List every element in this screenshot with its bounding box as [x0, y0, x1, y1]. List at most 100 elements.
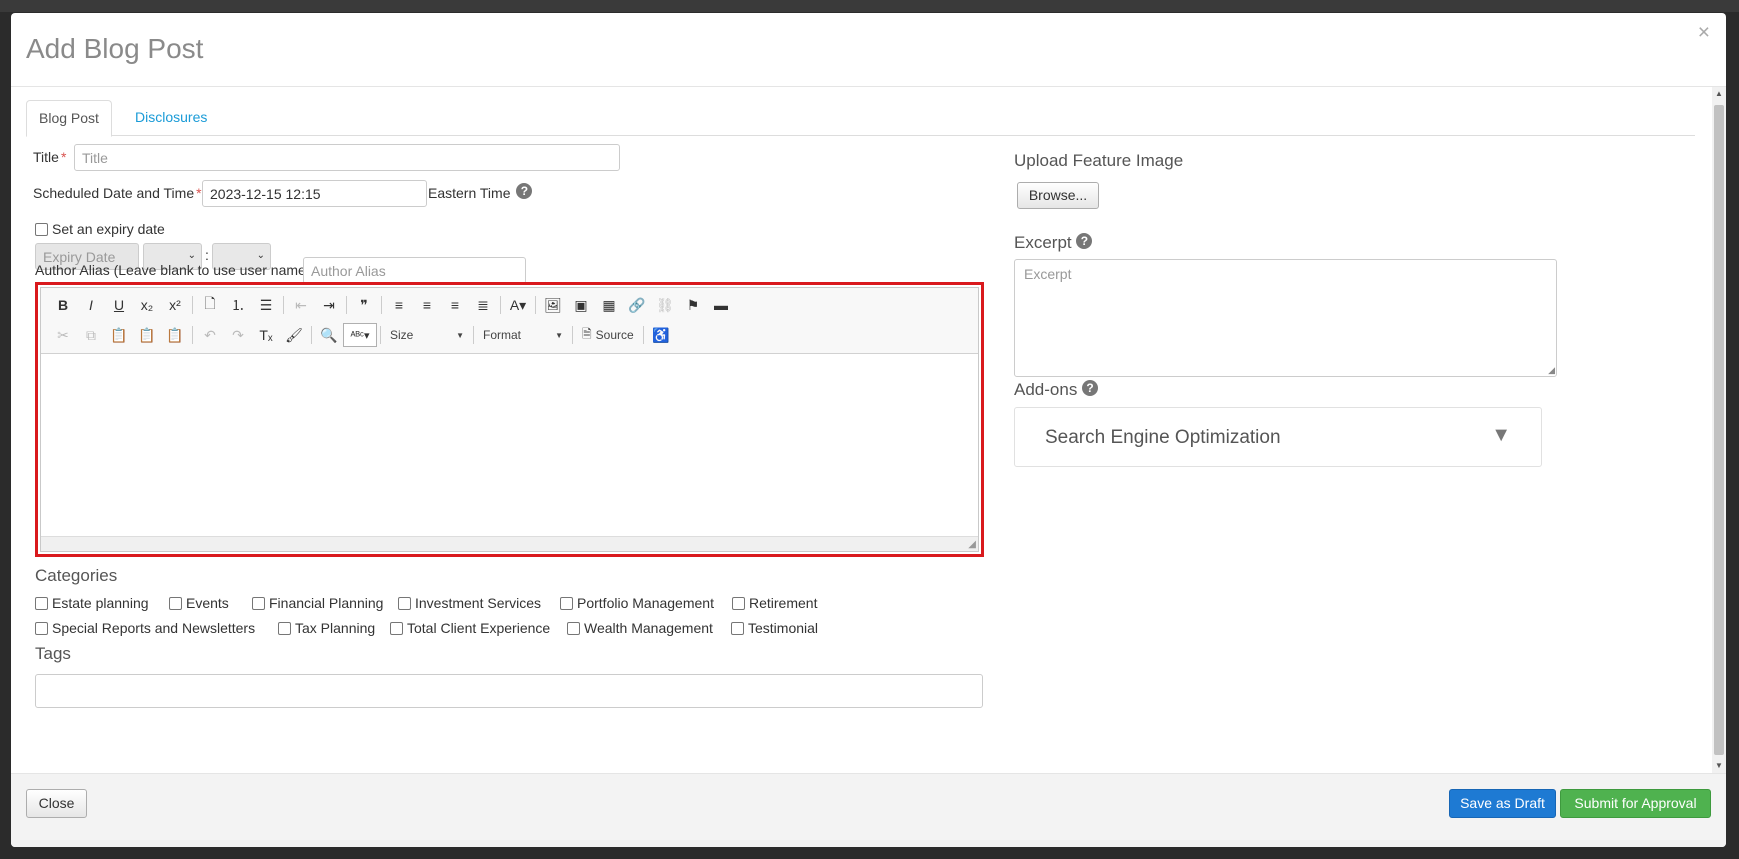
source-button[interactable]: 🗎 Source: [576, 324, 640, 346]
toolbar-separator: [346, 296, 347, 314]
accessibility-icon[interactable]: ♿: [647, 323, 675, 347]
source-label: Source: [595, 328, 634, 342]
unlink-button[interactable]: ⛓: [651, 293, 679, 317]
modal-scrollbar[interactable]: ▲ ▼: [1712, 87, 1726, 773]
excerpt-placeholder: Excerpt: [1024, 266, 1072, 282]
expiry-checkbox-row[interactable]: Set an expiry date: [35, 221, 165, 237]
rich-text-editor: B I Ux₂ x² 🗋 ⒈ ☰ ⇤ ⇥ ❞ ≡ ≡ ≡ ≣ A▾ 🖼 ▣ ▦ 🔗 ⛓ ⚑ ▬ ✂ ⧉ 📋 📋 📋 ↶ ↷ Tₓ 🖌 🔍 ᴬᴮ…: [40, 287, 979, 552]
category-checkbox[interactable]: [398, 596, 411, 610]
expiry-checkbox-label: Set an expiry date: [52, 221, 165, 237]
submit-for-approval-button[interactable]: Submit for Approval: [1560, 789, 1711, 818]
category-label: Retirement: [749, 595, 818, 611]
superscript-button[interactable]: x²: [161, 293, 189, 317]
category-checkbox-item[interactable]: Total Client Experience: [390, 620, 550, 636]
category-checkbox-item[interactable]: Estate planning: [35, 595, 149, 611]
remove-format-button[interactable]: Tₓ: [252, 323, 280, 347]
image-button[interactable]: 🖼: [539, 293, 567, 317]
tab-disclosures[interactable]: Disclosures: [123, 100, 219, 136]
flash-button[interactable]: ▣: [567, 293, 595, 317]
help-icon[interactable]: ?: [516, 183, 533, 200]
blockquote-button[interactable]: ❞: [350, 293, 378, 317]
browse-button[interactable]: Browse...: [1017, 182, 1099, 209]
outdent-button[interactable]: ⇤: [287, 293, 315, 317]
seo-addon-accordion[interactable]: Search Engine Optimization ▼: [1014, 407, 1542, 467]
scheduled-label-text: Scheduled Date and Time: [33, 185, 195, 201]
category-checkbox-item[interactable]: Wealth Management: [567, 620, 713, 636]
category-checkbox-item[interactable]: Testimonial: [731, 620, 818, 636]
category-checkbox-item[interactable]: Special Reports and Newsletters: [35, 620, 255, 636]
text-color-button[interactable]: A▾: [504, 293, 532, 317]
editor-content-area[interactable]: [41, 354, 978, 537]
expiry-checkbox[interactable]: [35, 222, 48, 236]
scroll-down-icon[interactable]: ▼: [1712, 759, 1726, 773]
redo-button[interactable]: ↷: [224, 323, 252, 347]
close-icon[interactable]: ×: [1698, 21, 1710, 45]
copy-button[interactable]: ⧉: [77, 323, 105, 347]
category-checkbox[interactable]: [35, 621, 48, 635]
close-button[interactable]: Close: [26, 789, 87, 818]
category-checkbox[interactable]: [567, 621, 580, 635]
align-left-button[interactable]: ≡: [385, 293, 413, 317]
category-checkbox-item[interactable]: Events: [169, 595, 229, 611]
horizontal-rule-button[interactable]: ▬: [707, 293, 735, 317]
scheduled-date-input[interactable]: [202, 180, 427, 207]
spellcheck-button[interactable]: ᴬᴮᶜ▾: [343, 323, 377, 347]
timezone-label: Eastern Time ?: [428, 183, 533, 202]
category-checkbox-item[interactable]: Portfolio Management: [560, 595, 714, 611]
underline-button[interactable]: U: [105, 293, 133, 317]
chevron-down-icon: ⌄: [256, 250, 265, 261]
indent-button[interactable]: ⇥: [315, 293, 343, 317]
size-dropdown[interactable]: Size ▼: [384, 324, 470, 346]
subscript-button[interactable]: x₂: [133, 293, 161, 317]
tab-blog-post[interactable]: Blog Post: [26, 100, 112, 137]
title-label-text: Title: [33, 149, 59, 165]
paste-text-button[interactable]: 📋: [133, 323, 161, 347]
resize-handle-icon[interactable]: ◢: [1548, 365, 1555, 376]
align-center-button[interactable]: ≡: [413, 293, 441, 317]
title-input[interactable]: [74, 144, 620, 171]
find-button[interactable]: 🔍: [315, 323, 343, 347]
category-checkbox[interactable]: [560, 596, 573, 610]
undo-button[interactable]: ↶: [196, 323, 224, 347]
help-icon[interactable]: ?: [1082, 379, 1099, 396]
anchor-button[interactable]: ⚑: [679, 293, 707, 317]
excerpt-textarea[interactable]: Excerpt ◢: [1014, 259, 1557, 377]
numbered-list-button[interactable]: ⒈: [224, 293, 252, 317]
category-checkbox-item[interactable]: Retirement: [732, 595, 817, 611]
cut-button[interactable]: ✂: [49, 323, 77, 347]
seo-addon-label: Search Engine Optimization: [1045, 427, 1281, 448]
category-checkbox-item[interactable]: Financial Planning: [252, 595, 383, 611]
scroll-thumb[interactable]: [1714, 105, 1724, 755]
bold-button[interactable]: B: [49, 293, 77, 317]
help-icon[interactable]: ?: [1076, 232, 1093, 249]
category-checkbox-item[interactable]: Investment Services: [398, 595, 541, 611]
category-checkbox[interactable]: [278, 621, 291, 635]
bulleted-list-button[interactable]: ☰: [252, 293, 280, 317]
tags-input[interactable]: [35, 674, 983, 708]
category-checkbox[interactable]: [731, 621, 744, 635]
chevron-down-icon: ⌄: [187, 250, 196, 261]
category-checkbox[interactable]: [252, 596, 265, 610]
author-alias-input[interactable]: [303, 257, 526, 284]
background-app-strip: [0, 0, 1739, 12]
justify-button[interactable]: ≣: [469, 293, 497, 317]
save-as-draft-button[interactable]: Save as Draft: [1449, 789, 1556, 818]
scroll-up-icon[interactable]: ▲: [1712, 87, 1726, 101]
category-checkbox[interactable]: [169, 596, 182, 610]
document-icon[interactable]: 🗋: [196, 293, 224, 317]
category-checkbox-item[interactable]: Tax Planning: [278, 620, 375, 636]
paste-button[interactable]: 📋: [105, 323, 133, 347]
italic-button[interactable]: I: [77, 293, 105, 317]
link-button[interactable]: 🔗: [623, 293, 651, 317]
category-checkbox[interactable]: [35, 596, 48, 610]
format-dropdown[interactable]: Format ▼: [477, 324, 569, 346]
copy-format-button[interactable]: 🖌: [280, 323, 308, 347]
resize-handle-icon[interactable]: ◢: [968, 539, 976, 550]
excerpt-title-text: Excerpt: [1014, 233, 1072, 252]
paste-word-button[interactable]: 📋: [161, 323, 189, 347]
category-checkbox[interactable]: [390, 621, 403, 635]
category-checkbox[interactable]: [732, 596, 745, 610]
toolbar-separator: [381, 296, 382, 314]
align-right-button[interactable]: ≡: [441, 293, 469, 317]
table-button[interactable]: ▦: [595, 293, 623, 317]
